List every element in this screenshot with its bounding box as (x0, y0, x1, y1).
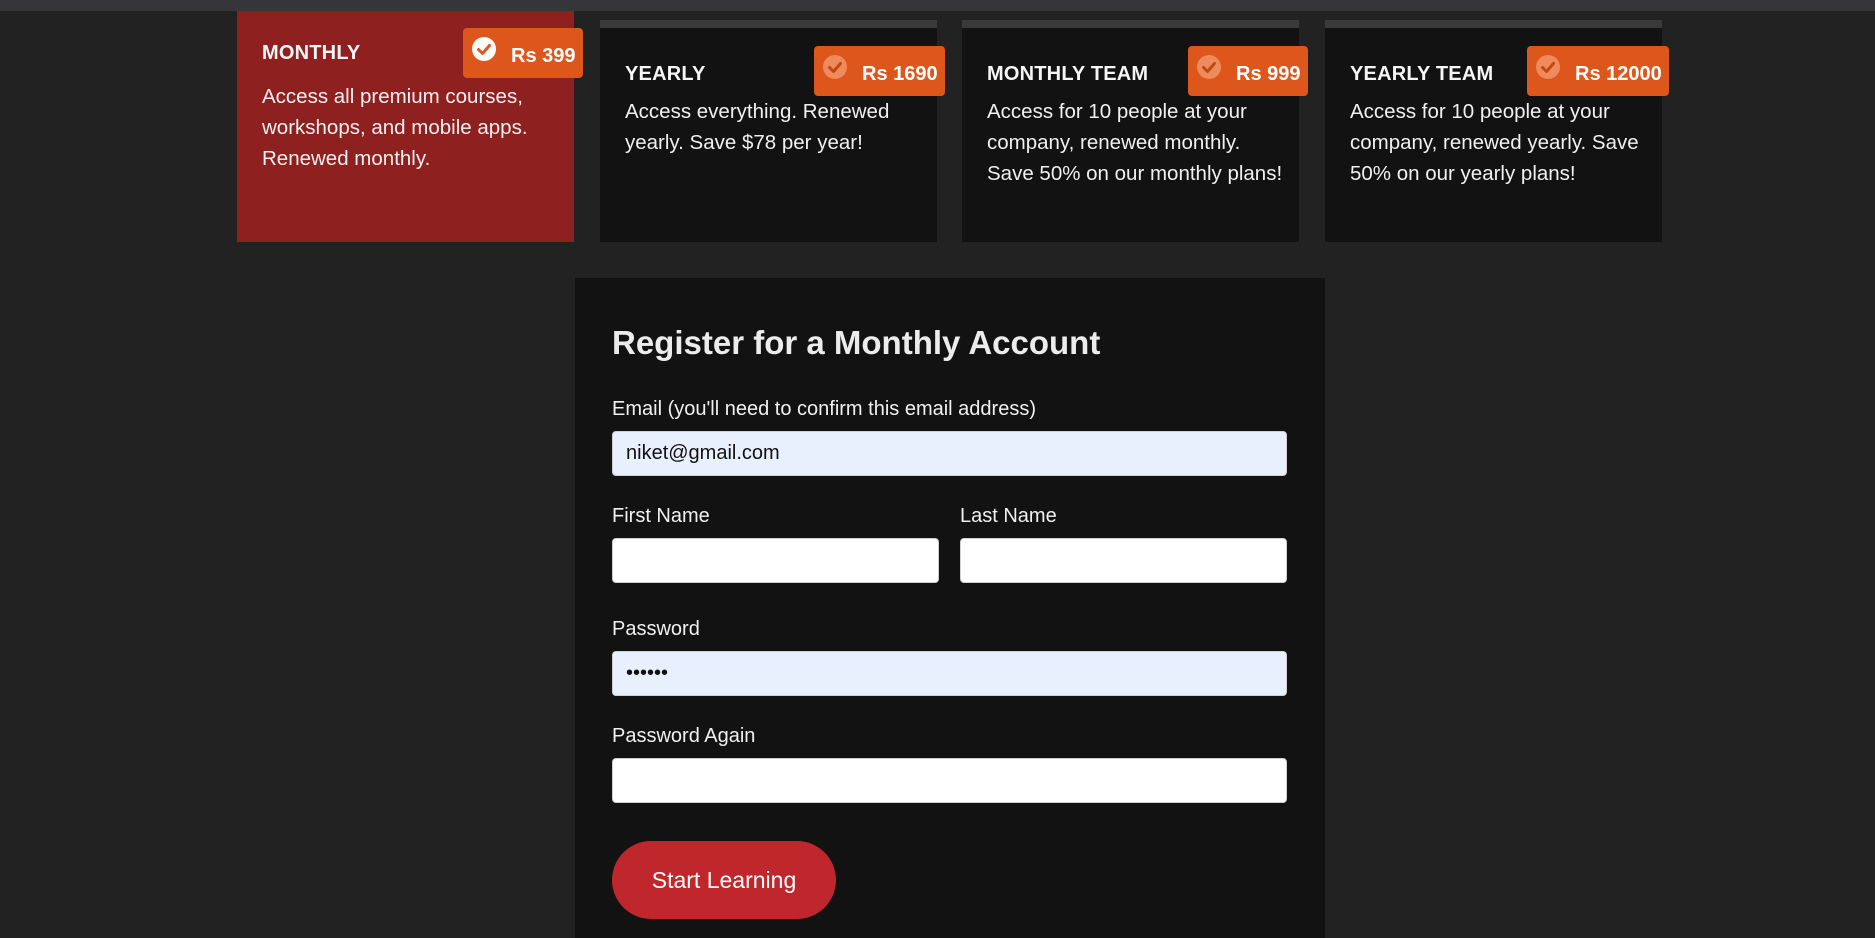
price-badge: Rs 12000 (1527, 46, 1669, 96)
password-field[interactable] (612, 651, 1287, 696)
password-label: Password (612, 618, 700, 640)
price-badge: Rs 1690 (814, 46, 945, 96)
plan-name: MONTHLY TEAM (987, 63, 1149, 85)
last-name-field[interactable] (960, 538, 1287, 583)
plan-name: YEARLY TEAM (1350, 63, 1494, 85)
registration-form: Register for a Monthly Account Email (yo… (575, 278, 1325, 938)
plan-price: Rs 999 (1236, 62, 1301, 85)
email-field[interactable] (612, 431, 1287, 476)
plan-price: Rs 399 (511, 44, 576, 67)
form-title: Register for a Monthly Account (612, 324, 1101, 361)
check-circle-icon (1196, 54, 1222, 80)
price-badge: Rs 999 (1188, 46, 1308, 96)
plan-price: Rs 12000 (1575, 62, 1662, 85)
start-learning-button[interactable]: Start Learning (612, 841, 836, 919)
check-circle-icon (822, 54, 848, 80)
plan-description: Access for 10 people at your company, re… (1350, 100, 1639, 185)
plan-card-yearly[interactable]: YEARLY Access everything. Renewed yearly… (600, 20, 945, 242)
plan-price: Rs 1690 (862, 62, 938, 85)
plan-description: Access for 10 people at your company, re… (987, 100, 1283, 185)
plan-card-monthly[interactable]: MONTHLY Access all premium courses, work… (237, 11, 583, 242)
password-again-label: Password Again (612, 725, 756, 747)
last-name-label: Last Name (960, 505, 1057, 527)
plan-description: Access everything. Renewed yearly. Save … (625, 100, 890, 154)
plan-card-yearly-team[interactable]: YEARLY TEAM Access for 10 people at your… (1325, 20, 1669, 242)
check-circle-icon (471, 36, 497, 62)
plan-name: YEARLY (625, 63, 706, 85)
plan-selector: MONTHLY Access all premium courses, work… (237, 11, 1669, 242)
email-label: Email (you'll need to confirm this email… (612, 398, 1036, 420)
plan-name: MONTHLY (262, 42, 361, 64)
plan-card-monthly-team[interactable]: MONTHLY TEAM Access for 10 people at you… (962, 20, 1308, 242)
price-badge: Rs 399 (463, 28, 583, 78)
plan-description: Access all premium courses, workshops, a… (262, 85, 528, 170)
browser-top-strip (0, 0, 1875, 11)
password-again-field[interactable] (612, 758, 1287, 803)
first-name-field[interactable] (612, 538, 939, 583)
first-name-label: First Name (612, 505, 710, 527)
check-circle-icon (1535, 54, 1561, 80)
